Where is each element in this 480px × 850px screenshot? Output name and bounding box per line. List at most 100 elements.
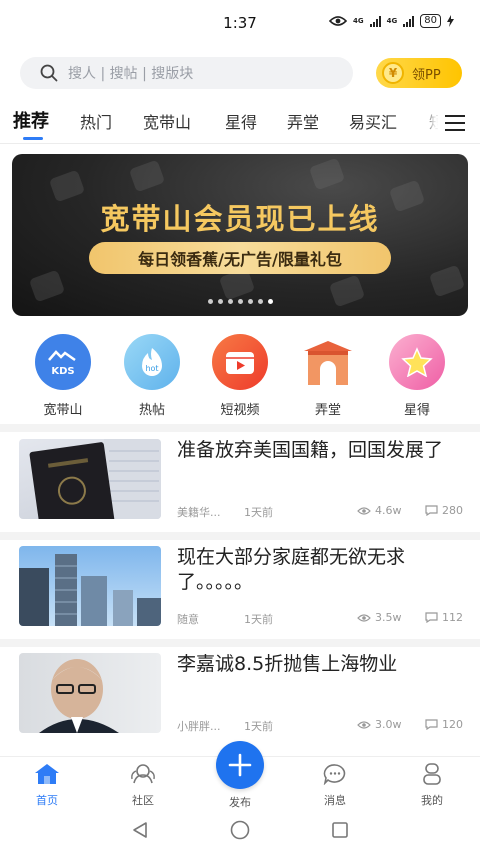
- feed-source: 小胖胖...: [177, 720, 221, 733]
- pager-dot: [267, 299, 273, 304]
- feed-meta: 美籍华... 1天前 4.6w 280: [177, 504, 463, 519]
- feed-views: 3.0w: [357, 718, 402, 731]
- signal-icon-2: [403, 15, 415, 27]
- banner-subline: 每日领香蕉/无广告/限量礼包: [138, 250, 342, 269]
- video-icon: [212, 334, 268, 390]
- community-icon: [131, 764, 155, 784]
- publish-plus-button[interactable]: [216, 741, 264, 789]
- claim-pp-label: 领PP: [412, 67, 441, 83]
- star-icon: [389, 334, 445, 390]
- battery-indicator: 80: [420, 14, 441, 28]
- eye-icon: [357, 720, 371, 729]
- feed-comments-count: 280: [442, 504, 463, 517]
- feed-views-count: 4.6w: [375, 504, 402, 517]
- charging-icon: [447, 15, 454, 27]
- search-row: 搜人 | 搜帖 | 搜版块 ¥ 领PP: [20, 57, 462, 89]
- pager-dot: [247, 299, 253, 304]
- tab-yimaihui[interactable]: 易买汇: [349, 109, 397, 133]
- nav-community[interactable]: 社区: [113, 763, 173, 808]
- category-hot[interactable]: hot 热帖: [116, 334, 188, 418]
- category-label: 宽带山: [43, 403, 83, 418]
- system-navigation: [0, 810, 480, 850]
- svg-text:hot: hot: [145, 364, 158, 373]
- feed-item-1[interactable]: 准备放弃美国国籍，回国发展了 美籍华... 1天前 4.6w 280: [0, 428, 480, 532]
- feed-time: 1天前: [244, 613, 273, 626]
- recents-icon[interactable]: [331, 821, 349, 839]
- promo-banner[interactable]: 宽带山会员现已上线 每日领香蕉/无广告/限量礼包: [12, 154, 468, 316]
- plus-icon: [228, 753, 252, 777]
- passport-thumbnail: [19, 439, 161, 519]
- nav-home[interactable]: 首页: [17, 763, 77, 808]
- coin-icon: ¥: [382, 62, 404, 84]
- home-circle-icon[interactable]: [230, 820, 250, 840]
- feed-comments-count: 112: [442, 611, 463, 624]
- nav-label: 我的: [421, 794, 443, 807]
- menu-icon[interactable]: [438, 110, 472, 136]
- feed-source: 随意: [177, 613, 199, 626]
- nav-profile[interactable]: 我的: [402, 763, 462, 808]
- feed-item-3[interactable]: 李嘉诚8.5折抛售上海物业 小胖胖... 1天前 3.0w 120: [0, 642, 480, 746]
- nav-label: 消息: [324, 794, 346, 807]
- category-xingde[interactable]: 星得: [381, 334, 453, 418]
- banner-pager-dots: [12, 299, 468, 304]
- tab-xingde[interactable]: 星得: [225, 109, 257, 133]
- category-short-video[interactable]: 短视频: [204, 334, 276, 418]
- banner-subline-pill: 每日领香蕉/无广告/限量礼包: [89, 242, 391, 274]
- feed-time: 1天前: [244, 506, 273, 519]
- search-bar[interactable]: 搜人 | 搜帖 | 搜版块: [20, 57, 353, 89]
- category-label: 星得: [403, 403, 430, 418]
- search-icon: [40, 64, 58, 82]
- comment-icon: [425, 719, 438, 730]
- feed-comments: 280: [425, 504, 463, 517]
- kds-icon: KDS: [35, 334, 91, 390]
- feed-title: 李嘉诚8.5折抛售上海物业: [177, 653, 398, 675]
- eye-icon: [329, 16, 348, 26]
- status-bar: 1:37 4G 4G 80: [0, 0, 480, 48]
- tab-recommend[interactable]: 推荐: [13, 107, 49, 133]
- profile-icon: [423, 763, 441, 785]
- eye-icon: [357, 613, 371, 622]
- bottom-navigation: 首页 社区 发布 消息 我的: [0, 741, 480, 810]
- feed-item-2[interactable]: 现在大部分家庭都无欲无求了。。。。。 随意 1天前 3.5w 112: [0, 535, 480, 639]
- feed-views: 3.5w: [357, 611, 402, 624]
- comment-icon: [425, 612, 438, 623]
- skyscraper-thumbnail: [19, 546, 161, 626]
- feed-comments-count: 120: [442, 718, 463, 731]
- feed-source: 美籍华...: [177, 506, 221, 519]
- network-label: 4G: [353, 16, 364, 25]
- feed-title: 现在大部分家庭都无欲无求了。。。。。: [177, 546, 406, 593]
- feed-time: 1天前: [244, 720, 273, 733]
- category-label: 短视频: [220, 403, 260, 418]
- nav-messages[interactable]: 消息: [305, 763, 365, 808]
- feed-views: 4.6w: [357, 504, 402, 517]
- tab-longtang[interactable]: 弄堂: [287, 109, 319, 133]
- tab-hot[interactable]: 热门: [80, 109, 112, 133]
- pager-dot: [257, 299, 263, 304]
- home-icon: [35, 764, 59, 784]
- nav-label: 发布: [229, 796, 251, 809]
- category-shortcuts: KDS 宽带山 hot 热帖 短视频 弄堂 星得: [0, 334, 480, 418]
- category-longtang[interactable]: 弄堂: [292, 334, 364, 418]
- status-icons: 4G 4G 80: [329, 14, 454, 28]
- category-kds[interactable]: KDS 宽带山: [27, 334, 99, 418]
- gate-icon: [300, 334, 356, 390]
- nav-publish[interactable]: 发布: [210, 791, 270, 810]
- message-icon: [323, 764, 346, 786]
- banner-headline: 宽带山会员现已上线: [100, 202, 380, 236]
- tab-kds[interactable]: 宽带山: [143, 109, 191, 133]
- comment-icon: [425, 505, 438, 516]
- active-tab-indicator: [23, 137, 43, 140]
- nav-label: 首页: [36, 794, 58, 807]
- nav-label: 社区: [132, 794, 154, 807]
- tabs-divider: [0, 143, 480, 144]
- pager-dot: [237, 299, 243, 304]
- search-placeholder: 搜人 | 搜帖 | 搜版块: [68, 66, 194, 82]
- claim-pp-button[interactable]: ¥ 领PP: [376, 58, 462, 88]
- hot-icon: hot: [124, 334, 180, 390]
- pager-dot: [207, 299, 213, 304]
- portrait-thumbnail: [19, 653, 161, 733]
- back-icon[interactable]: [131, 821, 149, 839]
- network-label-2: 4G: [386, 16, 398, 25]
- feed-meta: 随意 1天前 3.5w 112: [177, 611, 463, 626]
- feed-views-count: 3.5w: [375, 611, 402, 624]
